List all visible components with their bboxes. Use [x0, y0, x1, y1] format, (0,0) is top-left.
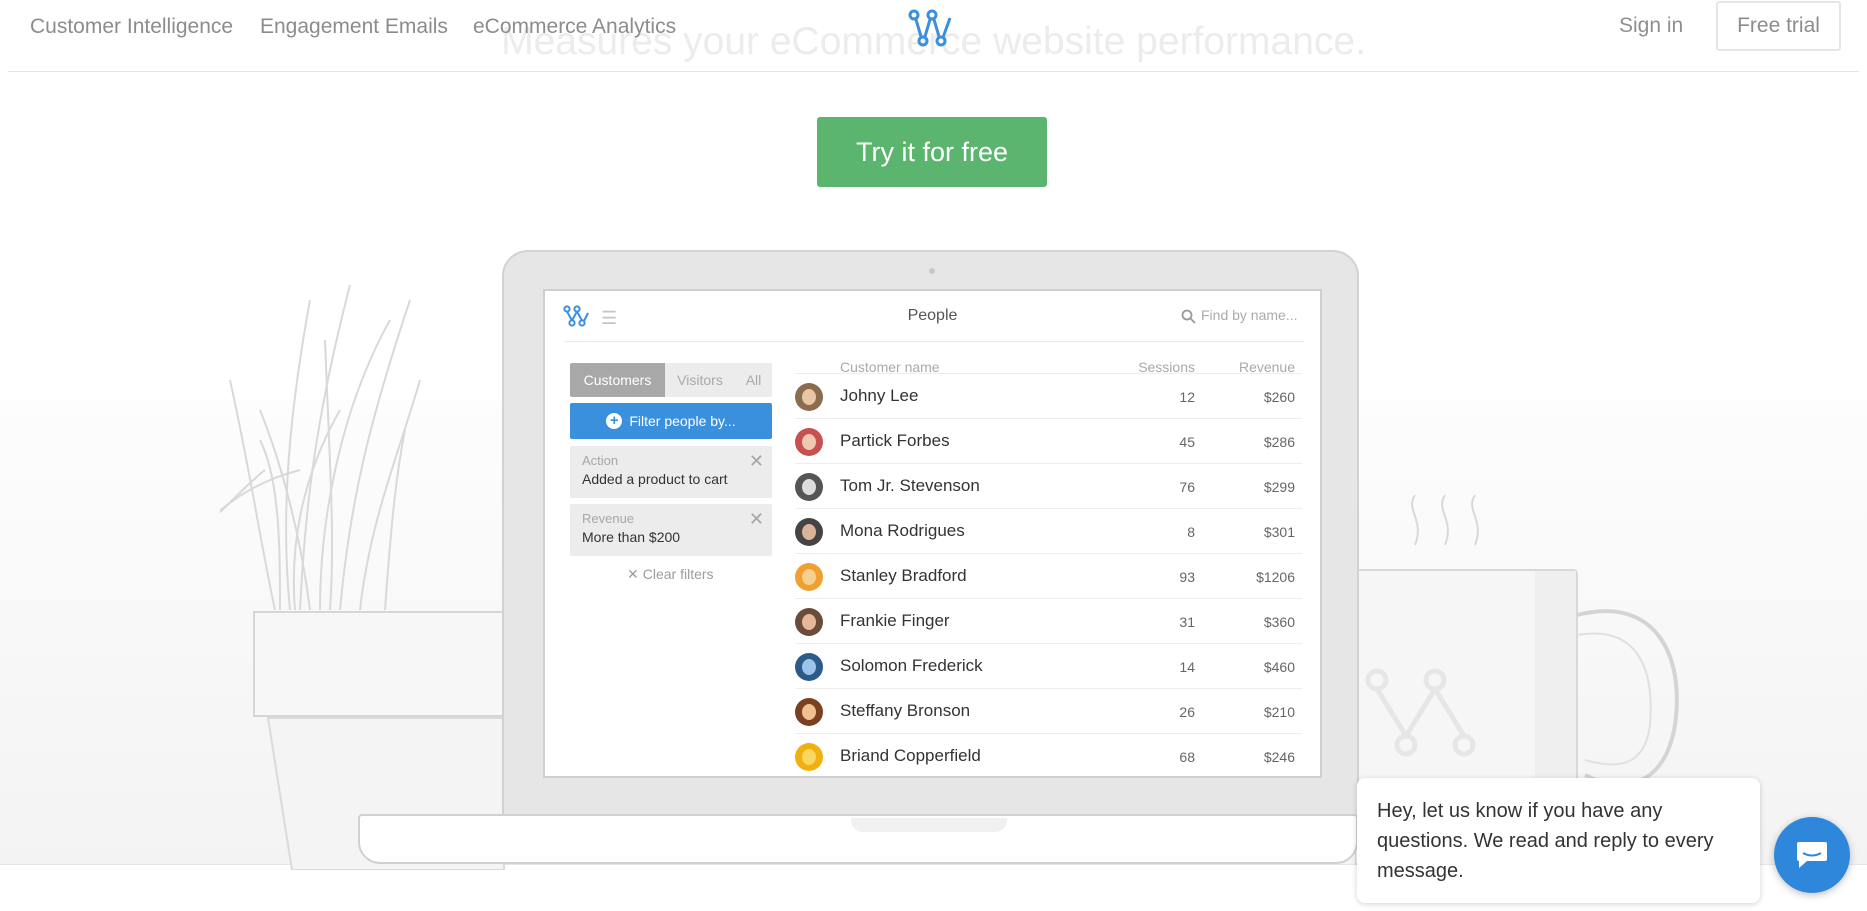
laptop-camera	[929, 268, 935, 274]
avatar	[795, 428, 823, 456]
clear-filters-label: Clear filters	[642, 566, 714, 582]
customer-sessions: 12	[1179, 389, 1195, 405]
customer-name: Stanley Bradford	[840, 566, 967, 585]
filter-chip-label: Action	[582, 453, 619, 468]
avatar	[795, 743, 823, 771]
site-header: Measures your eCommerce website performa…	[0, 0, 1867, 72]
chat-launcher-button[interactable]	[1774, 817, 1850, 893]
search-icon	[1181, 309, 1196, 324]
table-row[interactable]: Mona Rodrigues 8 $301	[795, 508, 1302, 554]
avatar	[795, 653, 823, 681]
table-row[interactable]: Steffany Bronson 26 $210	[795, 688, 1302, 734]
customer-name: Partick Forbes	[840, 431, 950, 450]
customer-sessions: 76	[1179, 479, 1195, 495]
customer-sessions: 8	[1187, 524, 1195, 540]
plant-illustration	[220, 284, 505, 870]
app-header-divider	[565, 341, 1304, 342]
customer-name: Frankie Finger	[840, 611, 950, 630]
filter-chip-value: Added a product to cart	[582, 471, 728, 487]
avatar	[795, 608, 823, 636]
customer-sessions: 68	[1179, 749, 1195, 765]
remove-filter-icon[interactable]: ✕	[749, 509, 764, 530]
chat-message-bubble[interactable]: Hey, let us know if you have any questio…	[1357, 778, 1760, 903]
customer-revenue: $286	[1263, 434, 1295, 450]
filter-chip-revenue: Revenue More than $200 ✕	[570, 504, 772, 556]
avatar	[795, 473, 823, 501]
customer-sessions: 45	[1179, 434, 1195, 450]
table-row[interactable]: Stanley Bradford 93 $1206	[795, 553, 1302, 599]
filter-chip-value: More than $200	[582, 529, 681, 545]
chat-icon	[1797, 842, 1827, 868]
table-row[interactable]: Solomon Frederick 14 $460	[795, 643, 1302, 689]
customer-revenue: $301	[1263, 524, 1295, 540]
table-row[interactable]: Briand Copperfield 68 $246	[795, 733, 1302, 776]
sign-in-link[interactable]: Sign in	[1619, 14, 1683, 38]
customer-revenue: $246	[1263, 749, 1295, 765]
customer-revenue: $1206	[1256, 569, 1295, 585]
customer-name: Tom Jr. Stevenson	[840, 476, 980, 495]
plus-circle-icon: +	[606, 413, 623, 429]
segment-visitors[interactable]: Visitors	[665, 363, 735, 397]
segment-all[interactable]: All	[735, 363, 772, 397]
search-input[interactable]: Find by name...	[1201, 307, 1298, 323]
filter-chip-action: Action Added a product to cart ✕	[570, 446, 772, 498]
customer-name: Briand Copperfield	[840, 746, 981, 765]
try-it-free-button[interactable]: Try it for free	[817, 117, 1047, 187]
table-row[interactable]: Partick Forbes 45 $286	[795, 418, 1302, 464]
avatar	[795, 698, 823, 726]
remove-filter-icon[interactable]: ✕	[749, 451, 764, 472]
customer-revenue: $210	[1263, 704, 1295, 720]
customer-revenue: $460	[1263, 659, 1295, 675]
avatar	[795, 383, 823, 411]
customer-sessions: 14	[1179, 659, 1195, 675]
nav-link-engagement-emails[interactable]: Engagement Emails	[260, 15, 448, 39]
customer-name: Mona Rodrigues	[840, 521, 965, 540]
customer-name: Johny Lee	[840, 386, 919, 405]
brand-logo-icon[interactable]	[908, 8, 956, 48]
steam-illustration	[1411, 494, 1479, 546]
table-row[interactable]: Tom Jr. Stevenson 76 $299	[795, 463, 1302, 509]
customer-sessions: 93	[1179, 569, 1195, 585]
free-trial-button[interactable]: Free trial	[1716, 1, 1841, 51]
customer-revenue: $260	[1263, 389, 1295, 405]
filter-chip-label: Revenue	[582, 511, 635, 526]
customer-sessions: 31	[1179, 614, 1195, 630]
customer-sessions: 26	[1179, 704, 1195, 720]
customer-name: Steffany Bronson	[840, 701, 971, 720]
laptop-notch	[851, 818, 1007, 832]
app-screen: ☰ People Find by name... Customers Visit…	[543, 289, 1322, 778]
avatar	[795, 563, 823, 591]
customer-revenue: $299	[1263, 479, 1295, 495]
header-divider	[8, 71, 1859, 72]
close-icon: ✕	[627, 566, 639, 582]
customer-name: Solomon Frederick	[840, 656, 983, 675]
clear-filters-button[interactable]: ✕ Clear filters	[627, 566, 714, 583]
table-row[interactable]: Frankie Finger 31 $360	[795, 598, 1302, 644]
segment-customers[interactable]: Customers	[570, 363, 665, 397]
nav-link-customer-intelligence[interactable]: Customer Intelligence	[30, 15, 233, 39]
table-row[interactable]: Johny Lee 12 $260	[795, 373, 1302, 419]
customer-revenue: $360	[1263, 614, 1295, 630]
avatar	[795, 518, 823, 546]
filter-people-button[interactable]: + Filter people by...	[570, 403, 772, 439]
filter-button-label: Filter people by...	[629, 413, 736, 429]
nav-link-ecommerce-analytics[interactable]: eCommerce Analytics	[473, 15, 676, 39]
